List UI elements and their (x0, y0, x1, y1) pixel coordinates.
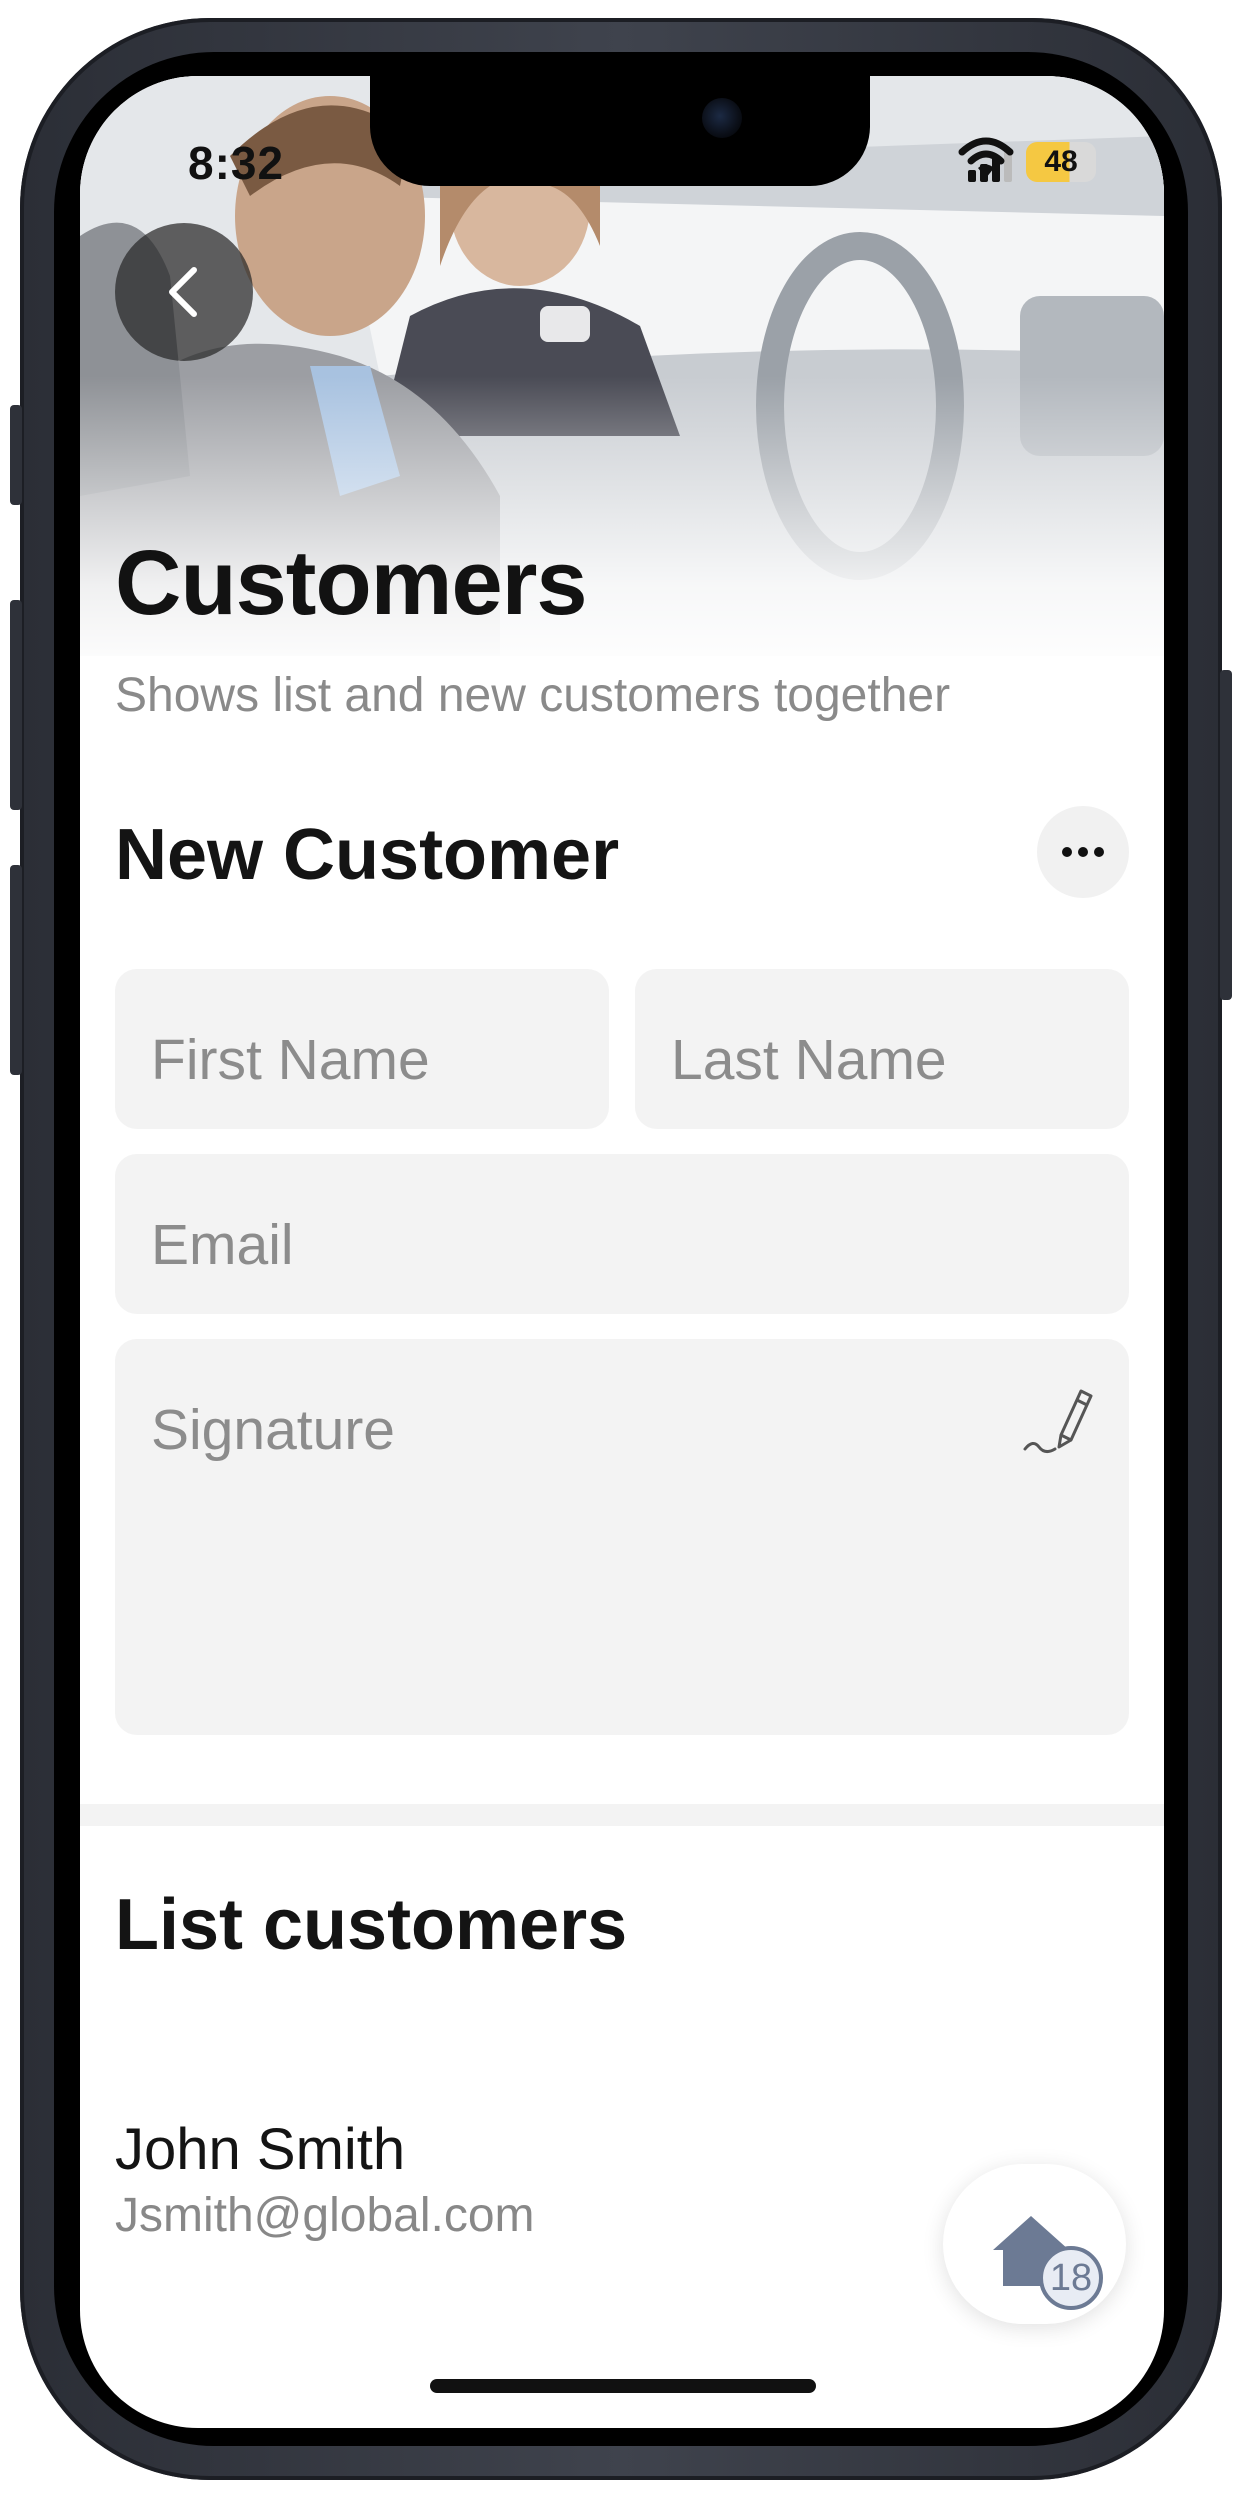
home-button[interactable]: 18 (943, 2164, 1126, 2324)
last-name-field[interactable]: Last Name (635, 969, 1129, 1129)
wifi-icon (958, 137, 1014, 178)
signature-placeholder: Signature (151, 1398, 396, 1462)
status-time: 8:32 (188, 137, 285, 189)
customer-name: John Smith (115, 2117, 406, 2182)
app-screen: 8:32 48 Customers Shows list and new cus… (80, 76, 1164, 2428)
email-field[interactable]: Email (115, 1154, 1129, 1314)
new-customer-title: New Customer (115, 815, 620, 895)
section-divider (80, 1804, 1164, 1826)
first-name-placeholder: First Name (151, 1028, 430, 1092)
ellipsis-icon (1062, 847, 1104, 857)
volume-down-button (10, 865, 22, 1075)
home-badge: 18 (1039, 2246, 1103, 2310)
customer-email: Jsmith@global.com (115, 2189, 535, 2242)
home-indicator (430, 2379, 816, 2393)
notch (370, 76, 870, 186)
last-name-placeholder: Last Name (671, 1028, 947, 1092)
chevron-left-icon (169, 267, 197, 317)
page-subtitle: Shows list and new customers together (115, 669, 951, 722)
signature-field[interactable]: Signature (115, 1339, 1129, 1735)
list-customers-title: List customers (115, 1885, 628, 1965)
volume-up-button (10, 600, 22, 810)
back-button[interactable] (115, 223, 253, 361)
first-name-field[interactable]: First Name (115, 969, 609, 1129)
mute-switch (10, 405, 22, 505)
power-button (1220, 670, 1232, 1000)
more-options-button[interactable] (1037, 806, 1129, 898)
pen-signature-icon (1023, 1389, 1093, 1454)
page-title: Customers (115, 532, 588, 634)
email-placeholder: Email (151, 1213, 294, 1277)
front-camera (702, 98, 742, 138)
battery-icon: 48 (1026, 142, 1096, 182)
